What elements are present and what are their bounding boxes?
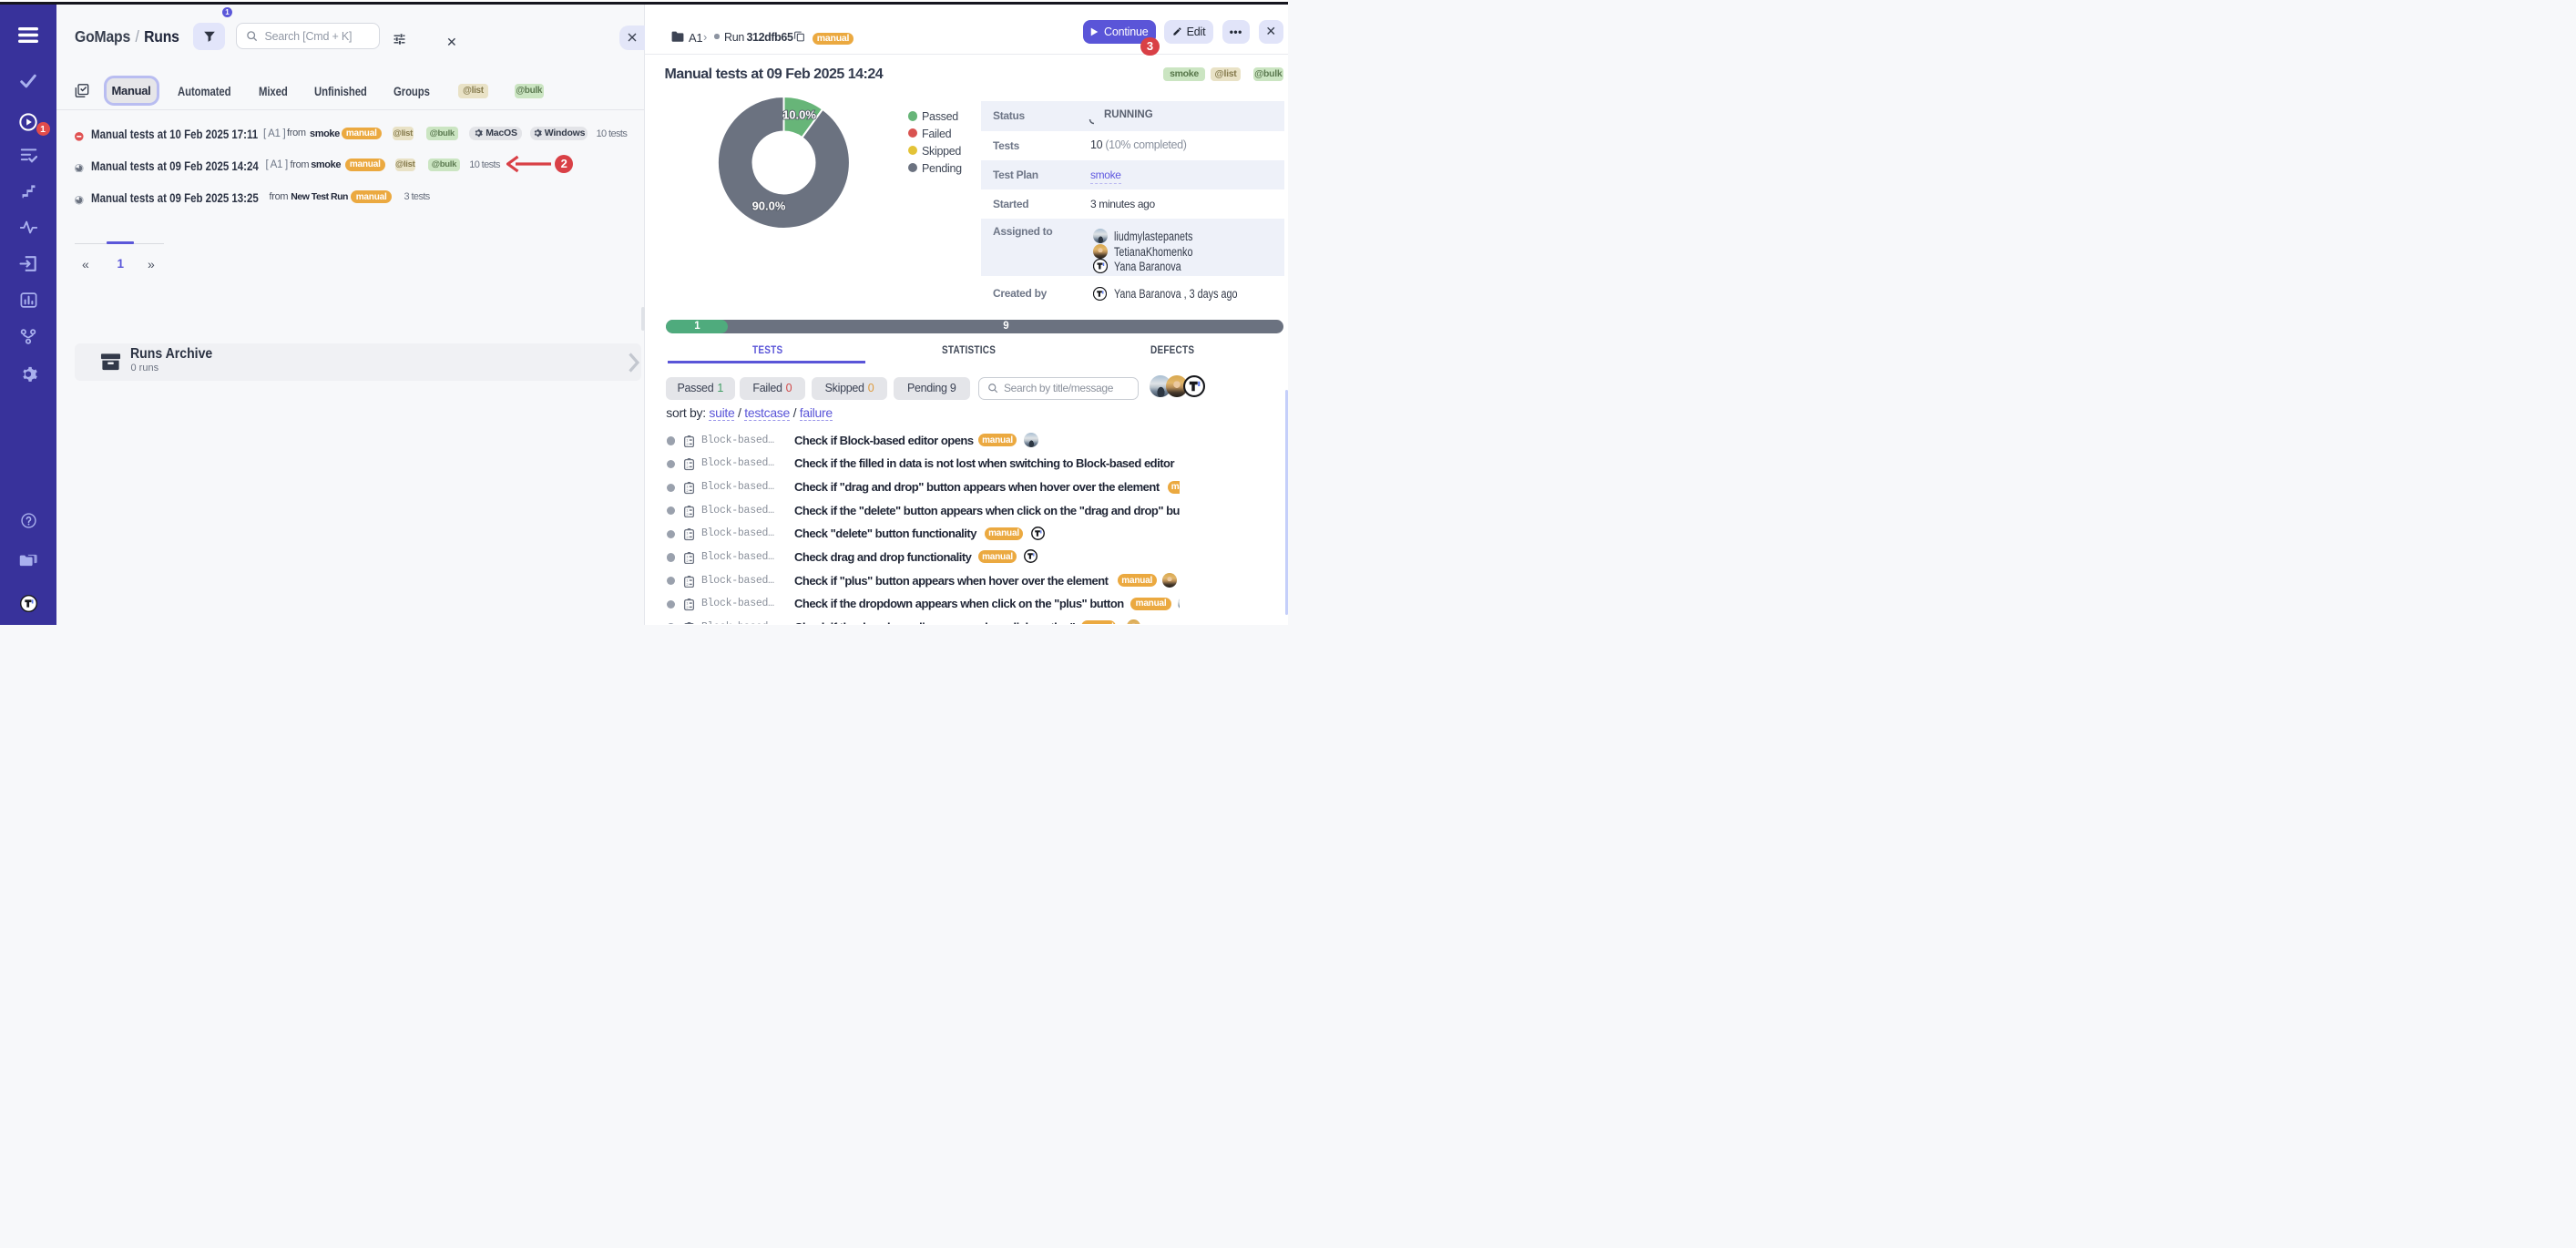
- svg-text:90.0%: 90.0%: [752, 199, 786, 213]
- svg-text:10.0%: 10.0%: [782, 108, 816, 122]
- svg-text:2: 2: [686, 605, 689, 609]
- svg-text:2: 2: [686, 512, 689, 517]
- svg-text:2: 2: [686, 465, 689, 469]
- svg-text:2: 2: [686, 535, 689, 539]
- svg-text:2: 2: [686, 488, 689, 493]
- svg-text:2: 2: [686, 442, 689, 446]
- svg-text:2: 2: [686, 558, 689, 563]
- svg-text:2: 2: [686, 582, 689, 587]
